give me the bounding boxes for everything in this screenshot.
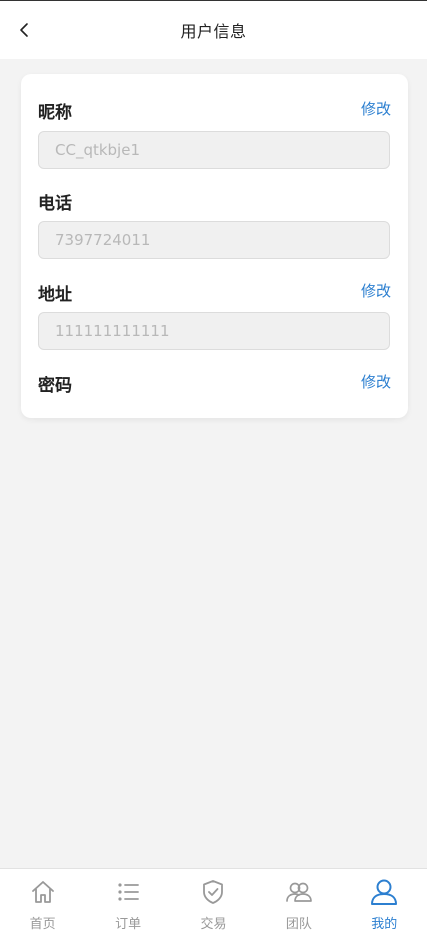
bottom-tab-bar: 首页 订单 交易 团队 我的 [0, 868, 427, 934]
shield-check-icon [198, 877, 228, 907]
chevron-left-icon [20, 23, 28, 37]
tab-trade[interactable]: 交易 [172, 869, 254, 934]
edit-address-button[interactable]: 修改 [361, 280, 391, 301]
home-icon [28, 877, 58, 907]
address-label: 地址 [38, 285, 72, 305]
tab-team[interactable]: 团队 [258, 869, 340, 934]
tab-home[interactable]: 首页 [2, 869, 84, 934]
password-label: 密码 [38, 376, 72, 396]
list-icon [113, 877, 143, 907]
tab-label: 交易 [200, 917, 227, 932]
edit-password-button[interactable]: 修改 [361, 371, 391, 392]
back-button[interactable] [10, 15, 38, 45]
tab-label: 团队 [285, 917, 312, 932]
phone-label: 电话 [38, 194, 72, 214]
team-icon [284, 877, 314, 907]
user-icon [369, 877, 399, 907]
tab-label: 我的 [371, 917, 398, 932]
nickname-field[interactable]: CC_qtkbje1 [38, 131, 390, 169]
tab-label: 订单 [115, 917, 142, 932]
phone-field[interactable]: 7397724011 [38, 221, 390, 259]
tab-label: 首页 [29, 917, 56, 932]
profile-card: 昵称 修改 CC_qtkbje1 电话 7397724011 地址 修改 111… [21, 74, 408, 418]
nickname-label: 昵称 [38, 103, 72, 123]
address-field[interactable]: 111111111111 [38, 312, 390, 350]
edit-nickname-button[interactable]: 修改 [361, 98, 391, 119]
nav-header: 用户信息 [0, 1, 427, 59]
user-info-page: 用户信息 昵称 修改 CC_qtkbje1 电话 7397724011 地址 修… [0, 0, 427, 934]
page-title: 用户信息 [180, 22, 247, 41]
tab-mine[interactable]: 我的 [343, 869, 425, 934]
tab-orders[interactable]: 订单 [87, 869, 169, 934]
